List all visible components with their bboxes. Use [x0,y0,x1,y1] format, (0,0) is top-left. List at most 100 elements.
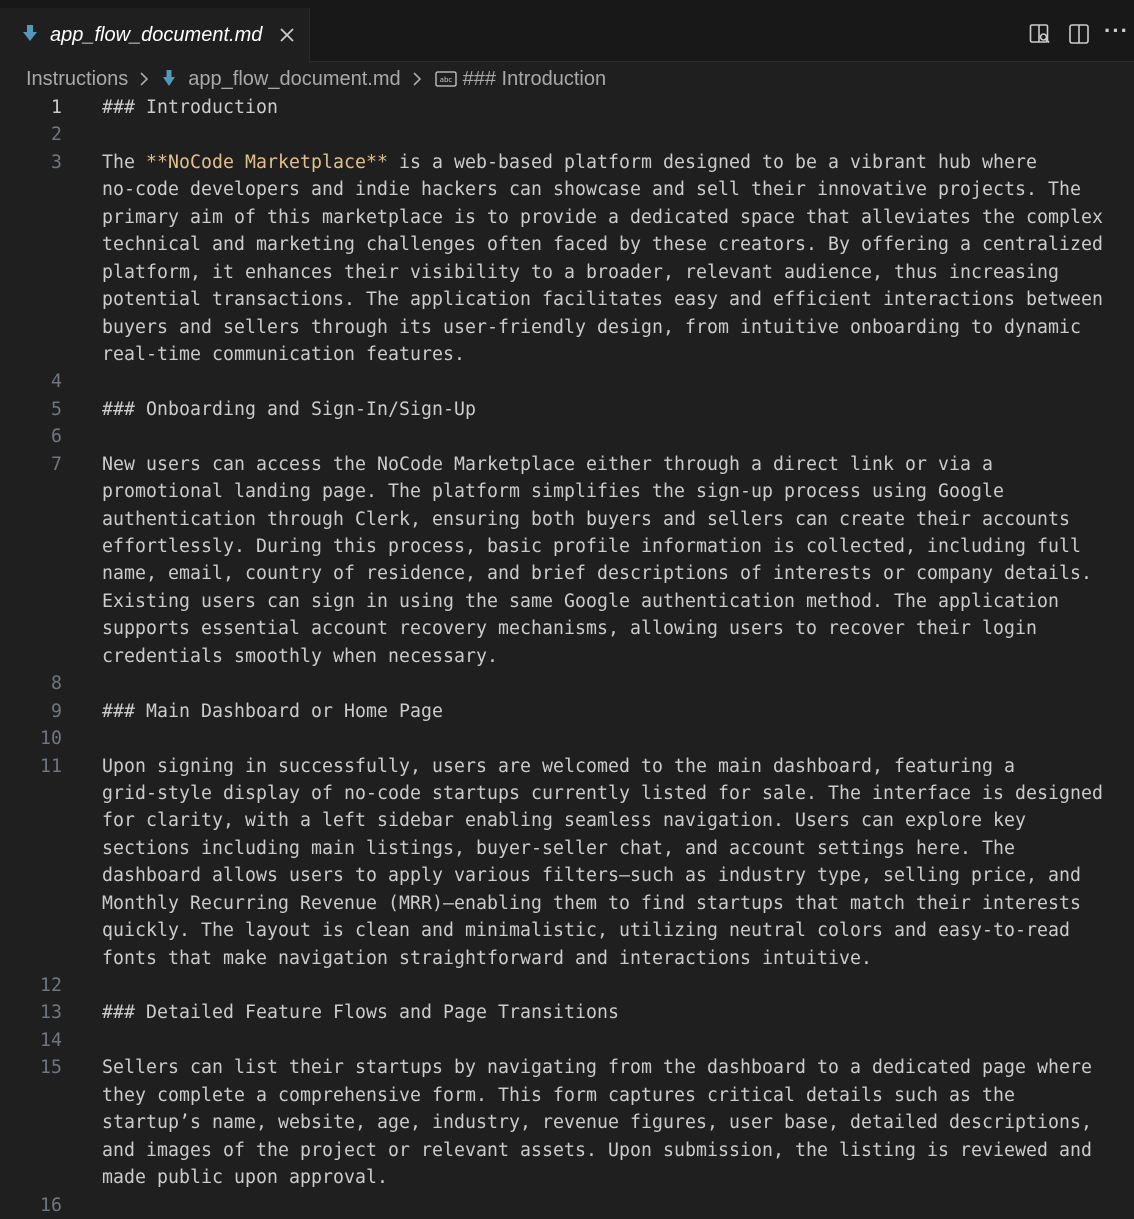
chevron-right-icon [413,72,421,86]
line-number [0,506,62,533]
editor-wrapped-row: platform, it enhances their visibility t… [0,259,1134,286]
line-number: 5 [51,398,62,420]
close-icon[interactable] [276,24,298,46]
editor-line-row: 16 [0,1192,1134,1219]
editor-wrapped-row: startup’s name, website, age, industry, … [0,1109,1134,1136]
line-number [0,314,62,341]
line-text: platform, it enhances their visibility t… [102,261,1059,283]
breadcrumb-file[interactable]: app_flow_document.md [188,68,400,91]
editor-line-row: 14 [0,1027,1134,1054]
line-text: and images of the project or relevant as… [102,1139,1092,1161]
editor-line[interactable]: 9 ### Main Dashboard or Home Page [0,698,1134,725]
editor-line[interactable]: 15 Sellers can list their startups by nav… [0,1054,1134,1191]
markdown-down-arrow-icon [163,70,176,86]
line-number: 15 [40,1057,62,1079]
line-number [0,1109,62,1136]
line-number [0,780,62,807]
line-text: Existing users can sign in using the sam… [102,590,1059,612]
line-text: credentials smoothly when necessary. [102,645,498,667]
line-number [0,533,62,560]
editor-line-row: 11 Upon signing in successfully, users ar… [0,753,1134,780]
line-text: sections including main listings, buyer-… [102,837,1015,859]
line-number [0,560,62,587]
line-number: 7 [51,453,62,475]
line-text: technical and marketing challenges often… [102,234,1103,256]
editor-tab[interactable]: app_flow_document.md [0,8,310,62]
editor-line[interactable]: 16 [0,1192,1134,1219]
line-text: The **NoCode Marketplace** is a web-base… [102,149,1134,176]
line-number: 8 [51,673,62,695]
editor-wrapped-row: supports essential account recovery mech… [0,615,1134,642]
line-text: potential transactions. The application … [102,289,1103,311]
line-text: real-time communication features. [102,343,465,365]
editor-wrapped-row: real-time communication features. [0,341,1134,368]
line-text: Monthly Recurring Revenue (MRR)—enabling… [102,892,1081,914]
code-editor[interactable]: 1 ### Introduction 2 3 The **NoCode Marketpl… [0,94,1134,1216]
split-editor-icon[interactable] [1067,22,1091,46]
string-symbol-icon: abc [434,71,457,87]
line-number [0,890,62,917]
line-number [0,643,62,670]
line-number [0,807,62,834]
line-number: 11 [40,755,62,777]
line-number [0,945,62,972]
editor-line[interactable]: 6 [0,423,1134,450]
line-text: quickly. The layout is clean and minimal… [102,920,1070,942]
line-text: no-code developers and indie hackers can… [102,179,1081,201]
line-text: dashboard allows users to apply various … [102,865,1081,887]
editor-line-row: 2 [0,121,1134,148]
editor-line[interactable]: 12 [0,972,1134,999]
editor-wrapped-row: no-code developers and indie hackers can… [0,176,1134,203]
breadcrumb-folder[interactable]: Instructions [26,68,128,91]
line-text: authentication through Clerk, ensuring b… [102,508,1070,530]
editor-line[interactable]: 14 [0,1027,1134,1054]
line-text: effortlessly. During this process, basic… [102,536,1081,557]
line-number [0,286,62,313]
line-number: 6 [51,426,62,448]
editor-wrapped-row: name, email, country of residence, and b… [0,560,1134,587]
line-text: promotional landing page. The platform s… [102,481,1004,503]
line-number [0,176,62,203]
line-number [0,478,62,505]
editor-wrapped-row: for clarity, with a left sidebar enablin… [0,807,1134,834]
line-text: ### Main Dashboard or Home Page [102,700,443,722]
editor-line[interactable]: 10 [0,725,1134,752]
editor-line[interactable]: 7 New users can access the NoCode Marketp… [0,451,1134,671]
line-number [0,615,62,642]
bold-markup: **NoCode Marketplace** [146,151,388,173]
line-text: ### Introduction [102,97,278,118]
editor-wrapped-row: they complete a comprehensive form. This… [0,1082,1134,1109]
editor-line[interactable]: 1 ### Introduction [0,94,1134,121]
editor-wrapped-row: dashboard allows users to apply various … [0,862,1134,889]
line-number: 14 [40,1029,62,1051]
line-number [0,1082,62,1109]
editor-line[interactable]: 2 [0,121,1134,148]
editor-line-row: 7 New users can access the NoCode Marketp… [0,451,1134,478]
editor-line[interactable]: 5 ### Onboarding and Sign-In/Sign-Up [0,396,1134,423]
open-preview-icon[interactable] [1028,22,1052,46]
line-number: 10 [40,728,62,750]
line-number [0,1164,62,1191]
line-number [0,835,62,862]
editor-wrapped-row: potential transactions. The application … [0,286,1134,313]
breadcrumb-symbol[interactable]: ### Introduction [463,68,606,91]
editor-line[interactable]: 8 [0,670,1134,697]
editor-line[interactable]: 3 The **NoCode Marketplace** is a web-bas… [0,149,1134,369]
line-number [0,341,62,368]
more-actions-icon[interactable]: ··· [1104,18,1132,43]
editor-line-row: 5 ### Onboarding and Sign-In/Sign-Up [0,396,1134,423]
line-text: made public upon approval. [102,1167,388,1189]
editor-line-row: 9 ### Main Dashboard or Home Page [0,698,1134,725]
line-text: New users can access the NoCode Marketpl… [102,453,993,475]
line-text: supports essential account recovery mech… [102,618,1037,640]
editor-wrapped-row: promotional landing page. The platform s… [0,478,1134,505]
editor-line[interactable]: 4 [0,368,1134,395]
editor-tab-bar: app_flow_document.md ··· [0,0,1134,62]
editor-line-row: 8 [0,670,1134,697]
editor-line[interactable]: 11 Upon signing in successfully, users ar… [0,753,1134,973]
line-text: fonts that make navigation straightforwa… [102,947,872,969]
line-text: buyers and sellers through its user-frie… [102,316,1081,338]
editor-line-row: 10 [0,725,1134,752]
editor-line[interactable]: 13 ### Detailed Feature Flows and Page Tr… [0,999,1134,1026]
editor-line-row: 12 [0,972,1134,999]
